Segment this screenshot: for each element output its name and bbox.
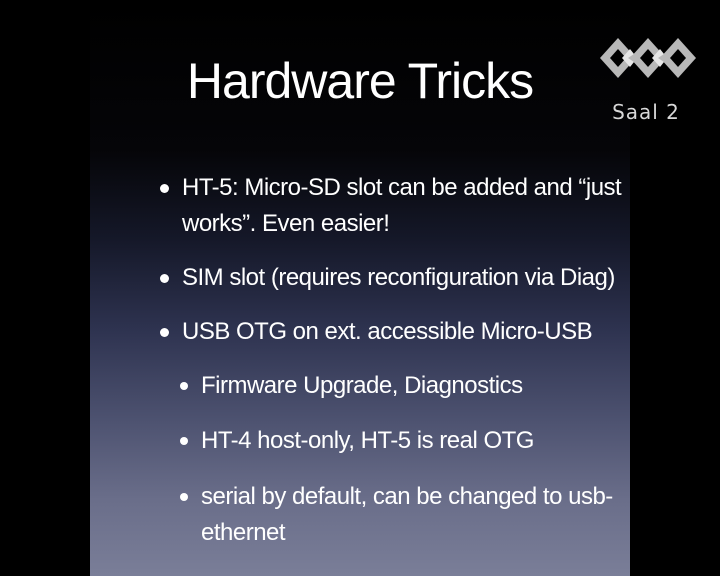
- sub-bullet-item: serial by default, can be changed to usb…: [180, 479, 613, 551]
- bullet-item: USB OTG on ext. accessible Micro-USB: [160, 314, 593, 350]
- bullet-text-line: USB OTG on ext. accessible Micro-USB: [182, 318, 593, 345]
- bullet-list: HT-5: Micro-SD slot can be added and “ju…: [0, 0, 720, 576]
- bullet-text-line: ethernet: [201, 519, 286, 546]
- bullet-text-line: HT-5: Micro-SD slot can be added and “ju…: [182, 174, 622, 201]
- bullet-item: HT-5: Micro-SD slot can be added and “ju…: [160, 170, 622, 242]
- bullet-item: SIM slot (requires reconfiguration via D…: [160, 260, 615, 296]
- presentation-frame: Hardware Tricks Saal 2 HT-5: Micro-SD sl…: [0, 0, 720, 576]
- bullet-dot-icon: [160, 274, 169, 283]
- bullet-dot-icon: [180, 382, 188, 390]
- bullet-text-line: works”. Even easier!: [182, 210, 390, 237]
- bullet-text-line: HT-4 host-only, HT-5 is real OTG: [201, 427, 534, 454]
- bullet-dot-icon: [180, 493, 188, 501]
- bullet-text-line: Firmware Upgrade, Diagnostics: [201, 372, 523, 399]
- bullet-dot-icon: [160, 328, 169, 337]
- bullet-text-line: SIM slot (requires reconfiguration via D…: [182, 264, 615, 291]
- bullet-dot-icon: [160, 184, 169, 193]
- sub-bullet-item: HT-4 host-only, HT-5 is real OTG: [180, 423, 534, 459]
- bullet-text-line: serial by default, can be changed to usb…: [201, 483, 613, 510]
- bullet-dot-icon: [180, 437, 188, 445]
- sub-bullet-item: Firmware Upgrade, Diagnostics: [180, 368, 523, 404]
